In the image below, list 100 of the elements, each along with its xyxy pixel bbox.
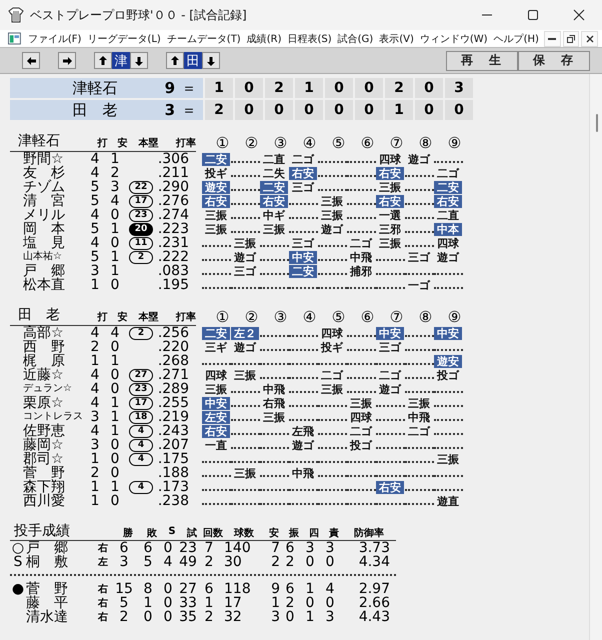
home-run-badge: 17 [129, 396, 153, 410]
home-run-badge: 17 [129, 194, 153, 208]
hits: 4 [110, 194, 120, 208]
at-bat-result: 中ギ [262, 208, 286, 222]
inning-score: 0 [235, 100, 263, 120]
home-run-badge: 23 [129, 382, 153, 396]
hits: 1 [110, 250, 120, 264]
batting-average: .271 [157, 368, 189, 382]
left-arrow-button[interactable] [22, 52, 40, 69]
stat-value: 0 [162, 582, 174, 596]
inning-header: ⑦ [388, 134, 404, 152]
team-name: 田 老 [72, 100, 118, 120]
menu-item[interactable]: ヘルプ(H) [490, 32, 542, 46]
hits: 1 [110, 396, 120, 410]
down-arrow-icon [134, 56, 144, 66]
inning-score: 0 [265, 100, 293, 120]
hit-result: 右安 [202, 424, 230, 438]
batting-average: .222 [157, 250, 189, 264]
inning-header: ⑧ [418, 134, 434, 152]
leader-line [405, 377, 434, 379]
menu-item[interactable]: ファイル(F) [24, 32, 84, 46]
up-arrow-button[interactable] [166, 52, 184, 69]
scrollbar-thumb[interactable] [596, 114, 598, 132]
stat-value: 0 [284, 610, 296, 624]
stat-value: 0 [162, 541, 174, 555]
player-name: 藤岡☆ [22, 438, 65, 452]
at-bat-result: 三邪 [378, 222, 402, 236]
down-arrow-button[interactable] [130, 52, 148, 69]
menu-item[interactable]: 表示(V) [376, 32, 417, 46]
menu-item[interactable]: リーグデータ(L) [84, 32, 164, 46]
menu-item[interactable]: 日程表(S) [284, 32, 335, 46]
right-arrow-button[interactable] [58, 52, 76, 69]
save-button[interactable]: 保 存 [518, 50, 590, 70]
stat-value: 2 [284, 596, 296, 610]
at-bats: 4 [90, 236, 100, 250]
team-toggle[interactable]: 田 [184, 52, 202, 69]
at-bat-result: 三振 [436, 452, 460, 466]
inning-header: ⑥ [360, 308, 376, 326]
hits: 1 [110, 222, 120, 236]
right-arrow-icon [62, 56, 72, 66]
stat-value: 49 [178, 555, 198, 569]
stat-value: 6 [142, 541, 154, 555]
hit-result: 中本 [434, 222, 462, 236]
pitcher-name: 清水達 [26, 610, 69, 624]
at-bats: 4 [90, 424, 100, 438]
up-arrow-button[interactable] [94, 52, 112, 69]
at-bat-result: 三振 [204, 382, 228, 396]
at-bat-result: 二ゴ [436, 166, 460, 180]
hit-result: 二安 [260, 180, 288, 194]
stat-value: 140 [223, 541, 252, 555]
at-bat-result: 三ギ [204, 340, 228, 354]
team-toggle[interactable]: 津 [112, 52, 130, 69]
batting-average: .276 [157, 194, 189, 208]
pitcher-name: 戸 郷 [26, 541, 69, 555]
inning-score: 1 [205, 78, 233, 98]
leader-line [231, 391, 260, 393]
minimize-button[interactable] [544, 30, 561, 46]
stat-value: 1 [304, 610, 316, 624]
leader-line [318, 273, 347, 275]
batting-average: .219 [157, 410, 189, 424]
at-bat-result: 投ギ [320, 340, 344, 354]
stat-value: 118 [223, 582, 252, 596]
at-bats: 1 [90, 480, 100, 494]
stat-value: 1 [304, 582, 316, 596]
leader-line [318, 259, 347, 261]
at-bat-result: 遊ゴ [320, 222, 344, 236]
player-name: 近藤☆ [22, 368, 65, 382]
stat-value: 3 [270, 610, 280, 624]
at-bats: 4 [90, 396, 100, 410]
column-header: 敗 [146, 527, 158, 540]
stat-value: 4 [162, 555, 174, 569]
at-bat-result: 三振 [320, 382, 344, 396]
at-bat-result: 三振 [233, 236, 257, 250]
leader-line [347, 217, 376, 219]
stat-value: 1 [270, 596, 280, 610]
player-name: コントレラス [22, 410, 84, 423]
menu-item[interactable]: ウィンドウ(W) [416, 32, 491, 46]
batting-average: .173 [157, 480, 189, 494]
at-bats: 3 [90, 264, 100, 278]
menu-item[interactable]: 成績(R) [244, 32, 284, 46]
down-arrow-button[interactable] [202, 52, 220, 69]
player-name: 友 杉 [22, 166, 66, 180]
inning-header: ⑨ [446, 134, 462, 152]
menu-item[interactable]: チームデータ(T) [164, 32, 244, 46]
at-bat-result: 三振 [320, 208, 344, 222]
at-bat-result: 三振 [320, 194, 344, 208]
menu-item[interactable]: 試合(G) [334, 32, 376, 46]
close-button[interactable] [581, 30, 598, 46]
inning-score: 0 [415, 78, 443, 98]
section-title: 投手成績 [13, 522, 71, 540]
play-button[interactable]: 再 生 [446, 50, 518, 70]
decision-mark: ● [10, 582, 26, 596]
hit-result: 右安 [289, 166, 317, 180]
at-bat-result: 三ゴ [407, 250, 432, 264]
inning-score: 0 [445, 100, 473, 120]
column-header: S [167, 526, 177, 539]
at-bat-result: 四球 [378, 152, 402, 166]
scrollbar[interactable] [589, 74, 602, 640]
stat-value: 3.73 [358, 541, 390, 555]
restore-button[interactable] [562, 30, 580, 46]
